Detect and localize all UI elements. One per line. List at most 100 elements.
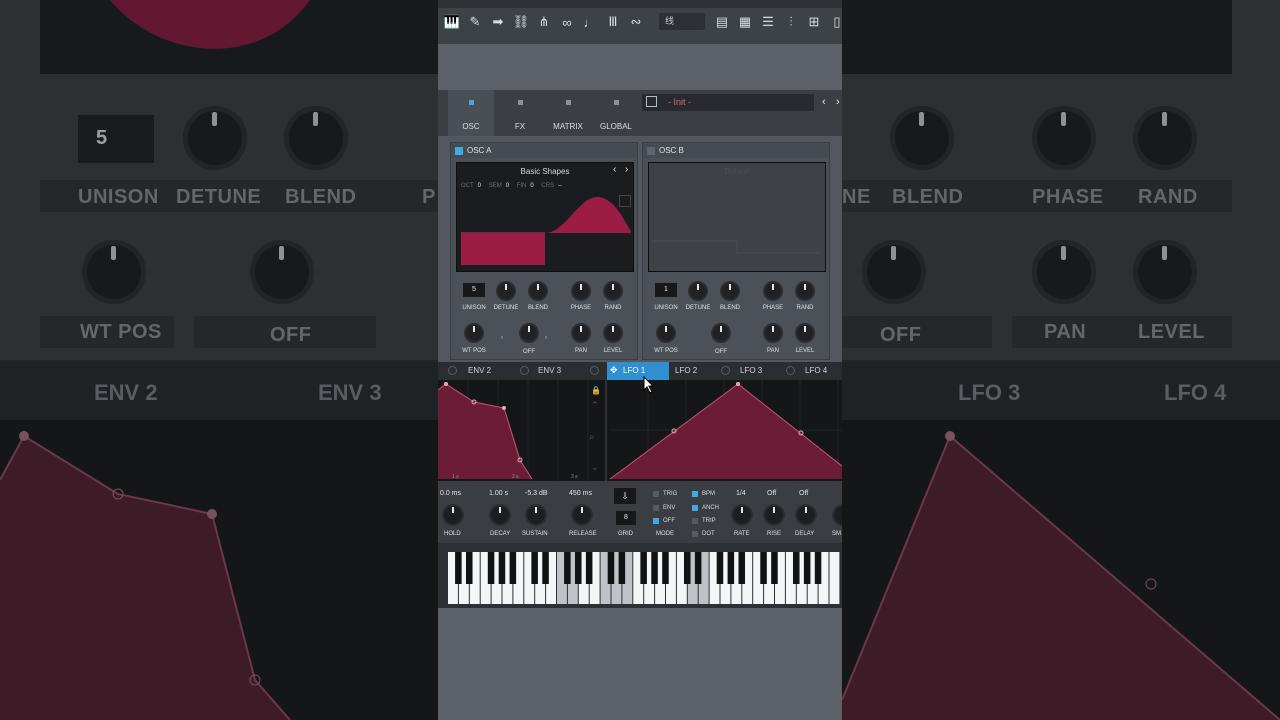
delay-value[interactable]: Off: [799, 490, 808, 497]
release-value[interactable]: 450 ms: [569, 490, 592, 497]
osc-a-level-knob[interactable]: [603, 323, 623, 343]
osc-b-rand-knob[interactable]: [795, 281, 815, 301]
tab-global[interactable]: GLOBAL: [593, 90, 639, 136]
osc-a-phase-knob[interactable]: [571, 281, 591, 301]
osc-b-wtpos-knob[interactable]: [656, 323, 676, 343]
tempo-icon[interactable]: ♩: [580, 12, 600, 32]
anch-option[interactable]: ANCH: [692, 505, 719, 511]
preset-prev-icon[interactable]: ‹: [822, 96, 826, 108]
black-key[interactable]: [487, 552, 495, 584]
osc-b-pan-knob[interactable]: [763, 323, 783, 343]
save-icon[interactable]: [646, 96, 657, 107]
black-key[interactable]: [683, 552, 691, 584]
lfo-download-icon[interactable]: ⇩: [614, 488, 636, 504]
loop-icon[interactable]: ∞: [557, 12, 577, 32]
tab-osc[interactable]: OSC: [448, 90, 494, 136]
osc-a-blend-knob[interactable]: [528, 281, 548, 301]
osc-a-warp-mode[interactable]: OFF: [511, 349, 547, 355]
delay-knob[interactable]: [795, 504, 817, 526]
black-key[interactable]: [727, 552, 735, 584]
black-key[interactable]: [607, 552, 615, 584]
black-key[interactable]: [803, 552, 811, 584]
black-key[interactable]: [640, 552, 647, 584]
rate-value[interactable]: 1/4: [736, 490, 746, 497]
black-key[interactable]: [531, 552, 538, 584]
osc-b-detune-knob[interactable]: [688, 281, 708, 301]
tab-lfo4[interactable]: LFO 4: [801, 362, 842, 380]
black-key[interactable]: [771, 552, 778, 584]
osc-a-pan-knob[interactable]: [571, 323, 591, 343]
preset-name-field[interactable]: - Init -: [642, 94, 814, 111]
dot-option[interactable]: DOT: [692, 531, 715, 537]
hold-knob[interactable]: [442, 504, 464, 526]
osc-b-phase-knob[interactable]: [763, 281, 783, 301]
grid-icon[interactable]: ▦: [735, 12, 755, 32]
edit-wavetable-icon[interactable]: [619, 195, 631, 207]
osc-a-warp-knob[interactable]: [519, 323, 539, 343]
tab-fx[interactable]: FX: [497, 90, 543, 136]
osc-a-unison-spinner[interactable]: 5: [463, 283, 485, 297]
rate-knob[interactable]: [731, 504, 753, 526]
drag-move-icon[interactable]: ✥: [610, 365, 618, 376]
tab-env2[interactable]: ENV 2: [464, 362, 528, 380]
osc-b-level-knob[interactable]: [795, 323, 815, 343]
note-icon[interactable]: ▯: [827, 12, 842, 32]
rise-knob[interactable]: [763, 504, 785, 526]
brush-icon[interactable]: ✎: [465, 12, 485, 32]
osc-b-warp-mode[interactable]: OFF: [703, 349, 739, 355]
tab-env3[interactable]: ENV 3: [534, 362, 598, 380]
param-crs-value[interactable]: --: [558, 183, 562, 189]
sustain-value[interactable]: -5.3 dB: [525, 490, 548, 497]
black-key[interactable]: [509, 552, 517, 584]
piano-keys[interactable]: [448, 552, 842, 604]
osc-b-unison-spinner[interactable]: 1: [655, 283, 677, 297]
bpm-option[interactable]: BPM: [692, 491, 715, 497]
black-key[interactable]: [585, 552, 593, 584]
osc-b-wavetable-name[interactable]: Default: [649, 167, 825, 176]
loop2-icon[interactable]: ∾: [626, 12, 646, 32]
sustain-knob[interactable]: [525, 504, 547, 526]
meter-icon[interactable]: ▤: [712, 12, 732, 32]
mode-off-option[interactable]: OFF: [653, 518, 675, 524]
scroll-up-icon[interactable]: ⌃: [591, 400, 599, 411]
mixer-icon[interactable]: Ⅲ: [603, 12, 623, 32]
black-key[interactable]: [618, 552, 626, 584]
osc-a-enable-checkbox[interactable]: [455, 147, 463, 155]
piano-icon[interactable]: 🎹: [442, 12, 462, 32]
grid-spinner[interactable]: 8: [616, 511, 636, 525]
mode-trig-option[interactable]: TRIG: [653, 491, 677, 497]
white-key[interactable]: [829, 552, 840, 604]
param-oct-value[interactable]: 0: [478, 183, 481, 189]
wavetable-next-icon[interactable]: ›: [625, 164, 628, 175]
release-knob[interactable]: [571, 504, 593, 526]
black-key[interactable]: [760, 552, 767, 584]
param-fin-value[interactable]: 0: [530, 183, 533, 189]
wavetable-prev-icon[interactable]: ‹: [613, 164, 616, 175]
tab-matrix[interactable]: MATRIX: [545, 90, 591, 136]
black-key[interactable]: [498, 552, 506, 584]
zoom-icon[interactable]: ⌕: [589, 432, 595, 443]
browser-icon[interactable]: ☰: [758, 12, 778, 32]
smooth-knob[interactable]: [832, 504, 842, 526]
black-key[interactable]: [716, 552, 724, 584]
black-key[interactable]: [651, 552, 658, 584]
decay-knob[interactable]: [489, 504, 511, 526]
osc-b-enable-checkbox[interactable]: [647, 147, 655, 155]
black-key[interactable]: [564, 552, 571, 584]
osc-b-wavetable-display[interactable]: Default: [648, 162, 826, 272]
channel-icon[interactable]: ⊞: [804, 12, 824, 32]
osc-b-warp-knob[interactable]: [711, 323, 731, 343]
hold-value[interactable]: 0.0 ms: [440, 490, 461, 497]
osc-a-rand-knob[interactable]: [603, 281, 623, 301]
preset-next-icon[interactable]: ›: [836, 96, 840, 108]
param-sem-value[interactable]: 0: [506, 183, 509, 189]
rise-value[interactable]: Off: [767, 490, 776, 497]
osc-a-detune-knob[interactable]: [496, 281, 516, 301]
plugin-icon[interactable]: ⫶: [781, 12, 801, 32]
osc-a-wavetable-name[interactable]: Basic Shapes: [457, 167, 633, 176]
tab-lfo2[interactable]: LFO 2: [671, 362, 725, 380]
decay-value[interactable]: 1.00 s: [489, 490, 508, 497]
black-key[interactable]: [814, 552, 822, 584]
scroll-down-icon[interactable]: ⌄: [591, 462, 599, 473]
mode-env-option[interactable]: ENV: [653, 505, 675, 511]
